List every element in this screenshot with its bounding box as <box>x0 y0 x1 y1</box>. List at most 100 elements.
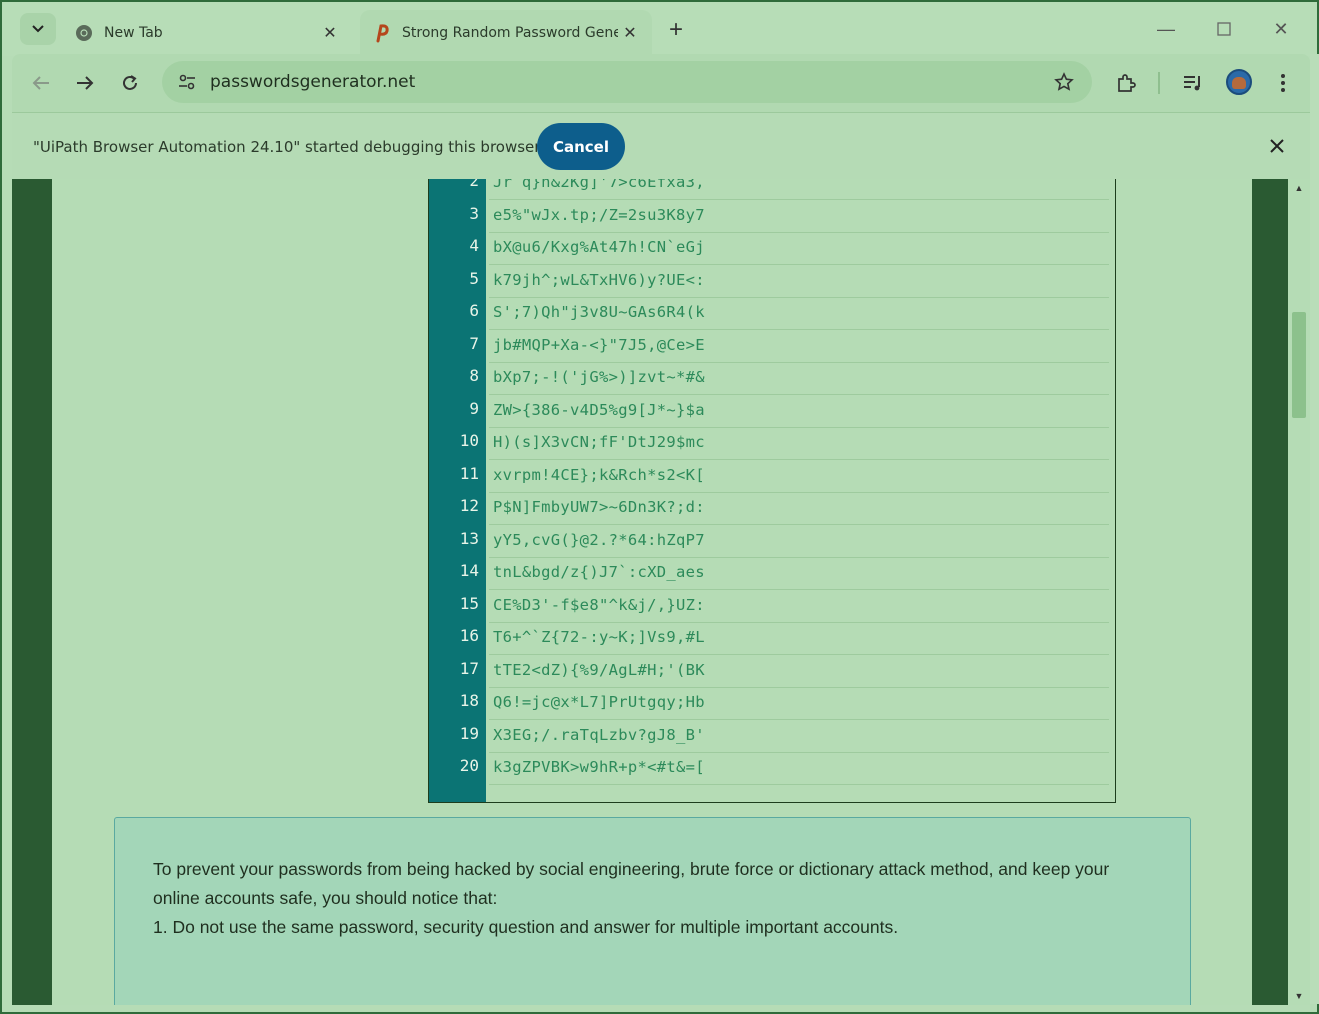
menu-button[interactable] <box>1266 66 1300 100</box>
password-text[interactable]: jb#MQP+Xa-<}"7J5,@Ce>E <box>493 336 705 354</box>
password-row: 15 CE%D3'-f$e8"^k&j/,}UZ: <box>429 591 1115 623</box>
site-settings-icon[interactable] <box>172 67 202 97</box>
password-row: 3 e5%"wJx.tp;/Z=2su3K8y7 <box>429 201 1115 233</box>
tab-password-generator[interactable]: Strong Random Password Gene ✕ <box>360 10 652 56</box>
password-row: 12 P$N]FmbyUW7>~6Dn3K?;d: <box>429 493 1115 525</box>
cancel-button[interactable]: Cancel <box>537 123 625 170</box>
profile-avatar[interactable] <box>1226 69 1252 95</box>
close-infobar-icon[interactable] <box>1264 133 1290 159</box>
password-row: 13 yY5,cvG(}@2.?*64:hZqP7 <box>429 526 1115 558</box>
line-number: 8 <box>469 366 479 385</box>
line-number: 7 <box>469 333 479 353</box>
password-row: 4 bX@u6/Kxg%At47h!CN`eGj <box>429 233 1115 265</box>
password-text[interactable]: yY5,cvG(}@2.?*64:hZqP7 <box>493 531 705 549</box>
row-divider <box>489 784 1109 785</box>
close-tab-icon[interactable]: ✕ <box>318 21 342 45</box>
page-scrollbar[interactable]: ▲ ▼ <box>1288 179 1310 1005</box>
url-text: passwordsgenerator.net <box>210 72 416 92</box>
close-window-icon[interactable]: ✕ <box>1261 14 1301 44</box>
forward-arrow-icon <box>77 76 94 90</box>
line-number: 16 <box>459 626 479 645</box>
password-text[interactable]: xvrpm!4CE};k&Rch*s2<K[ <box>493 466 705 484</box>
password-text[interactable]: bXp7;-!('jG%>)]zvt~*#& <box>493 368 705 386</box>
bookmark-star-icon[interactable] <box>1052 70 1076 94</box>
password-row: 11 xvrpm!4CE};k&Rch*s2<K[ <box>429 461 1115 493</box>
password-row: 8 bXp7;-!('jG%>)]zvt~*#& <box>429 363 1115 395</box>
maximize-icon[interactable] <box>1204 14 1244 44</box>
forward-button[interactable] <box>68 66 102 100</box>
line-number: 18 <box>459 691 479 710</box>
line-number: 2 <box>469 179 479 190</box>
close-tab-icon[interactable]: ✕ <box>618 21 642 45</box>
back-button[interactable] <box>24 66 58 100</box>
chrome-icon <box>74 23 94 43</box>
minimize-icon[interactable]: — <box>1146 14 1186 44</box>
password-row: 18 Q6!=jc@x*L7]PrUtgqy;Hb <box>429 688 1115 720</box>
password-text[interactable]: e5%"wJx.tp;/Z=2su3K8y7 <box>493 206 705 224</box>
password-text[interactable]: CE%D3'-f$e8"^k&j/,}UZ: <box>493 596 705 614</box>
password-text[interactable]: k79jh^;wL&TxHV6)y?UE<: <box>493 271 705 289</box>
password-text[interactable]: X3EG;/.raTqLzbv?gJ8_B' <box>493 726 705 744</box>
password-text[interactable]: bX@u6/Kxg%At47h!CN`eGj <box>493 238 705 256</box>
password-text[interactable]: P$N]FmbyUW7>~6Dn3K?;d: <box>493 498 705 516</box>
line-number: 14 <box>459 561 479 580</box>
chevron-down-icon <box>32 25 44 33</box>
password-text[interactable]: tTE2<dZ){%9/AgL#H;'(BK <box>493 661 705 679</box>
scrollbar-thumb[interactable] <box>1292 312 1306 418</box>
media-control-button[interactable] <box>1176 66 1210 100</box>
line-number: 4 <box>469 236 479 255</box>
password-row: 9 ZW>{386-v4D5%g9[J*~}$a <box>429 396 1115 428</box>
scroll-up-icon[interactable]: ▲ <box>1294 183 1304 193</box>
tab-new-tab[interactable]: New Tab ✕ <box>62 10 352 56</box>
password-row: 16 T6+^`Z{72-:y~K;]Vs9,#L <box>429 623 1115 655</box>
new-tab-button[interactable]: + <box>662 16 690 44</box>
line-number: 9 <box>469 398 479 418</box>
page-content: 2 Jr`q}h&2Kg]'7>c6Efxa3, 3 e5%"wJx.tp;/Z=2s… <box>52 179 1252 1005</box>
password-text[interactable]: tnL&bgd/z{)J7`:cXD_aes <box>493 563 705 581</box>
password-text[interactable]: Q6!=jc@x*L7]PrUtgqy;Hb <box>493 693 705 711</box>
infobar-message: "UiPath Browser Automation 24.10" starte… <box>33 138 541 156</box>
password-row: 2 Jr`q}h&2Kg]'7>c6Efxa3, <box>429 179 1115 200</box>
line-number: 5 <box>469 268 479 288</box>
toolbar-divider <box>1158 72 1160 94</box>
window-edge <box>1310 54 1319 1004</box>
password-row: 19 X3EG;/.raTqLzbv?gJ8_B' <box>429 721 1115 753</box>
password-text[interactable]: ZW>{386-v4D5%g9[J*~}$a <box>493 401 705 419</box>
puzzle-icon <box>1118 74 1136 92</box>
line-number: 3 <box>469 203 479 223</box>
password-row: 20 k3gZPVBK>w9hR+p*<#t&=[ <box>429 753 1115 785</box>
reload-icon <box>123 75 137 90</box>
scroll-down-icon[interactable]: ▼ <box>1294 991 1304 1001</box>
password-list: 2 Jr`q}h&2Kg]'7>c6Efxa3, 3 e5%"wJx.tp;/Z=2s… <box>428 179 1116 803</box>
line-number: 17 <box>459 658 479 678</box>
password-text[interactable]: Jr`q}h&2Kg]'7>c6Efxa3, <box>493 179 705 191</box>
password-text[interactable]: H)(s]X3vCN;fF'DtJ29$mc <box>493 433 705 451</box>
tab-search-button[interactable] <box>20 13 56 45</box>
debugging-infobar: "UiPath Browser Automation 24.10" starte… <box>12 112 1310 179</box>
line-number: 13 <box>459 528 479 548</box>
password-text[interactable]: T6+^`Z{72-:y~K;]Vs9,#L <box>493 628 705 646</box>
page-viewport: 2 Jr`q}h&2Kg]'7>c6Efxa3, 3 e5%"wJx.tp;/Z=2s… <box>12 179 1288 1005</box>
notice-line-1: To prevent your passwords from being hac… <box>153 859 1110 879</box>
tab-title: New Tab <box>104 25 163 41</box>
line-number: 19 <box>459 723 479 743</box>
more-vert-icon <box>1281 74 1285 92</box>
tab-strip: New Tab ✕ Strong Random Password Gene ✕ … <box>2 2 1317 56</box>
security-notice: To prevent your passwords from being hac… <box>114 817 1191 1005</box>
password-text[interactable]: k3gZPVBK>w9hR+p*<#t&=[ <box>493 758 705 776</box>
line-number: 20 <box>459 756 479 775</box>
password-text[interactable]: S';7)Qh"j3v8U~GAs6R4(k <box>493 303 705 321</box>
reload-button[interactable] <box>113 66 147 100</box>
address-bar[interactable]: passwordsgenerator.net <box>162 61 1092 103</box>
line-number: 10 <box>459 431 479 450</box>
media-queue-icon <box>1184 76 1200 91</box>
tab-title: Strong Random Password Gene <box>402 25 618 41</box>
back-arrow-icon <box>32 76 49 90</box>
password-row: 5 k79jh^;wL&TxHV6)y?UE<: <box>429 266 1115 298</box>
password-row: 14 tnL&bgd/z{)J7`:cXD_aes <box>429 558 1115 590</box>
line-number: 15 <box>459 593 479 613</box>
line-number: 12 <box>459 496 479 515</box>
password-row: 6 S';7)Qh"j3v8U~GAs6R4(k <box>429 298 1115 330</box>
line-number: 6 <box>469 301 479 320</box>
extensions-button[interactable] <box>1109 66 1143 100</box>
